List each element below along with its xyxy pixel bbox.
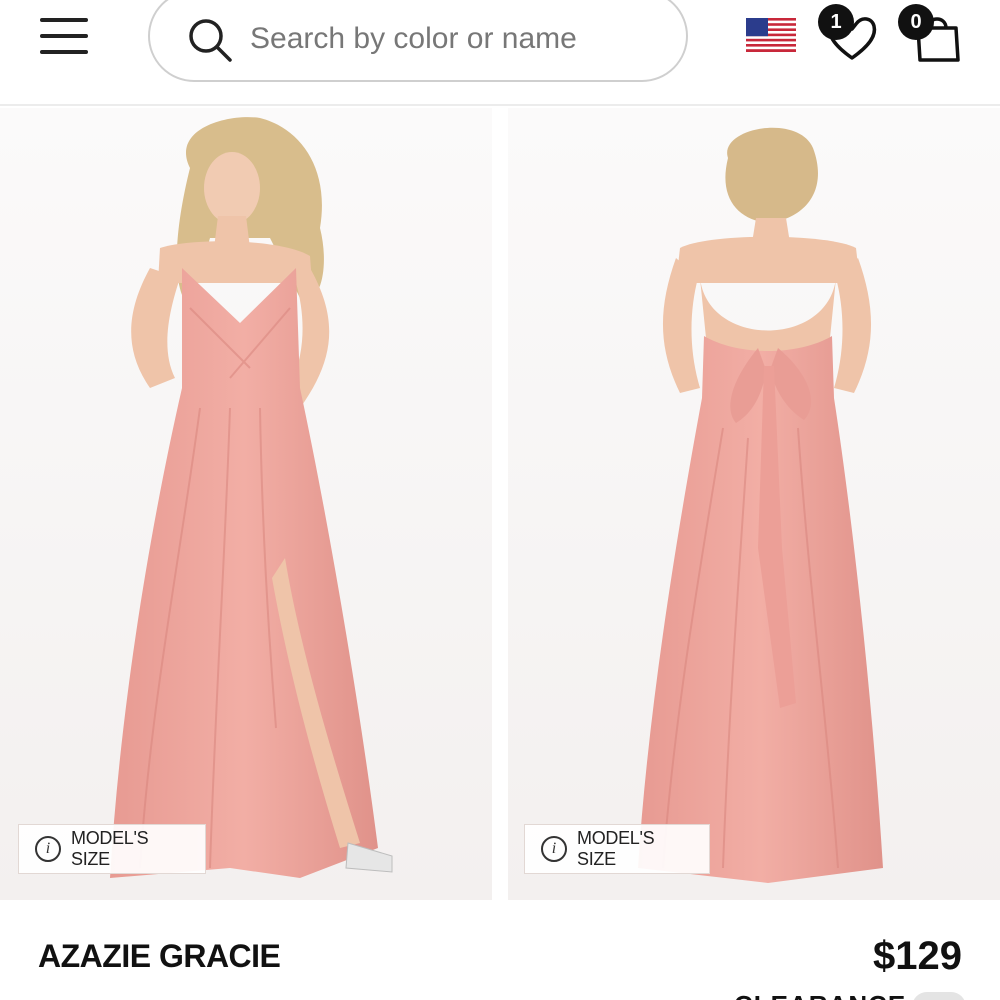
wishlist-button[interactable]: 1 (818, 4, 882, 64)
dress-front-illustration (0, 108, 492, 900)
search-bar[interactable] (148, 0, 688, 82)
cart-count-badge: 0 (898, 4, 934, 40)
model-size-label: MODEL'S SIZE (71, 828, 149, 869)
clearance-toggle[interactable] (912, 992, 966, 1000)
product-photo-front[interactable]: i MODEL'S SIZE (0, 108, 492, 900)
clearance-label: CLEARANCE (734, 990, 906, 1000)
info-icon: i (541, 836, 567, 862)
product-name: AZAZIE GRACIE (38, 938, 281, 974)
cart-button[interactable]: 0 (898, 4, 962, 64)
search-input[interactable] (250, 14, 670, 64)
product-gallery: i MODEL'S SIZE i MODEL'S SIZE (0, 108, 1000, 900)
info-icon: i (35, 836, 61, 862)
dress-back-illustration (508, 108, 1000, 900)
us-flag-icon[interactable] (746, 18, 796, 52)
model-size-button[interactable]: i MODEL'S SIZE (18, 824, 206, 874)
wishlist-count-badge: 1 (818, 4, 854, 40)
model-size-label: MODEL'S SIZE (577, 828, 655, 869)
product-photo-back[interactable]: i MODEL'S SIZE (508, 108, 1000, 900)
search-icon[interactable] (186, 16, 234, 64)
product-price: $129 (873, 934, 962, 978)
top-header: 1 0 (0, 0, 1000, 106)
product-info: AZAZIE GRACIE $129 CLEARANCE (0, 900, 1000, 1000)
menu-icon[interactable] (40, 16, 90, 56)
model-size-button[interactable]: i MODEL'S SIZE (524, 824, 710, 874)
